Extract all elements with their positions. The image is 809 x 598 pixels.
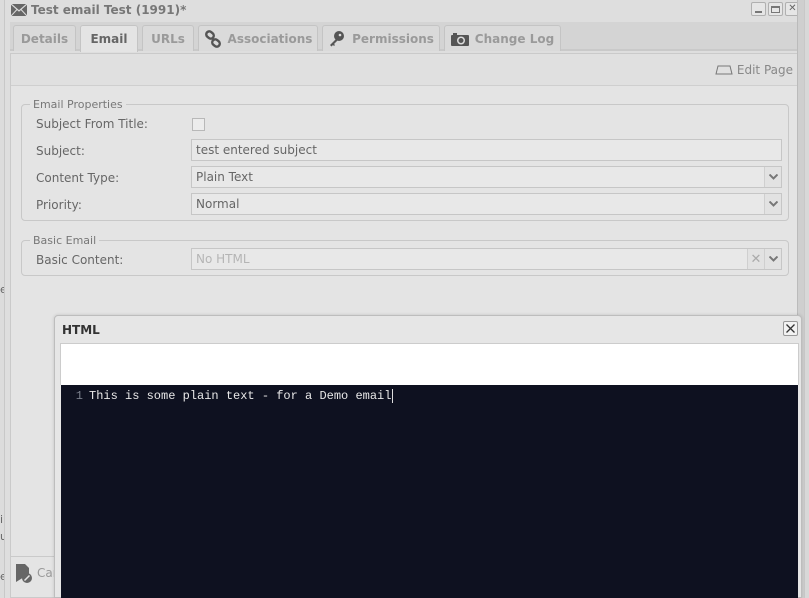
code-editor[interactable]: 1 This is some plain text - for a Demo e…	[61, 385, 798, 598]
subject-value: test entered subject	[196, 143, 317, 157]
chevron-down-icon	[768, 256, 778, 262]
clear-button[interactable]: ✕	[747, 249, 764, 269]
content-type-dropdown-button[interactable]	[764, 167, 781, 187]
edit-page-button[interactable]: Edit Page	[715, 63, 793, 77]
tab-label: Email	[90, 32, 128, 46]
window-title: Test email Test (1991)*	[31, 3, 187, 17]
html-dialog: HTML 1 This is some plain text - for a D…	[54, 315, 802, 598]
clear-icon: ✕	[750, 251, 762, 267]
close-icon	[786, 324, 795, 333]
basic-email-legend: Basic Email	[33, 234, 97, 247]
subject-from-title-row: Subject From Title:	[36, 114, 192, 134]
chevron-down-icon	[768, 201, 778, 207]
email-properties-legend: Email Properties	[33, 98, 123, 111]
subject-row: Subject:	[36, 141, 192, 161]
tab-permissions[interactable]: Permissions	[322, 25, 440, 51]
cancel-button[interactable]: Car	[15, 563, 58, 583]
edit-page-icon	[715, 65, 733, 75]
camera-icon	[450, 32, 469, 46]
basic-content-placeholder: No HTML	[196, 252, 250, 266]
html-editor-toolbar	[60, 343, 799, 385]
minimize-icon	[755, 10, 762, 13]
basic-content-select[interactable]: No HTML ✕	[191, 248, 782, 270]
priority-dropdown-button[interactable]	[764, 194, 781, 214]
tab-email[interactable]: Email	[80, 25, 138, 52]
subject-from-title-label: Subject From Title:	[36, 117, 148, 131]
window-titlebar[interactable]: Test email Test (1991)* ✕	[5, 0, 804, 20]
basic-content-label: Basic Content:	[36, 253, 124, 267]
tab-label: Details	[20, 31, 69, 46]
tab-urls[interactable]: URLs	[142, 25, 194, 51]
content-type-row: Content Type:	[36, 168, 192, 188]
tab-bar: Details Email URLs Associations Permissi…	[10, 22, 800, 52]
line-number: 1	[75, 389, 83, 403]
priority-select[interactable]: Normal	[191, 193, 782, 215]
chevron-down-icon	[768, 174, 778, 180]
key-icon	[328, 30, 346, 48]
envelope-icon	[10, 3, 28, 17]
html-dialog-close-button[interactable]	[783, 321, 798, 336]
edit-page-label: Edit Page	[736, 63, 793, 77]
background-text-fragment: i	[0, 513, 4, 526]
cancel-document-icon	[16, 564, 32, 583]
basic-content-row: Basic Content:	[36, 250, 192, 270]
tab-change-log[interactable]: Change Log	[444, 25, 561, 51]
content-type-value: Plain Text	[196, 170, 253, 184]
tab-label: Permissions	[352, 31, 434, 46]
panel-toolbar: Edit Page	[11, 54, 799, 86]
line-text: This is some plain text - for a Demo ema…	[89, 389, 392, 403]
subject-input[interactable]: test entered subject	[191, 139, 782, 161]
footer-divider	[10, 556, 60, 557]
code-line: 1 This is some plain text - for a Demo e…	[61, 388, 394, 404]
tab-label: Change Log	[474, 31, 555, 46]
html-dialog-title: HTML	[62, 323, 100, 337]
tab-label: URLs	[151, 31, 185, 46]
minimize-button[interactable]	[751, 2, 766, 16]
subject-label: Subject:	[36, 144, 85, 158]
content-type-select[interactable]: Plain Text	[191, 166, 782, 188]
tab-label: Associations	[227, 31, 313, 46]
text-caret	[392, 389, 394, 403]
priority-row: Priority:	[36, 195, 192, 215]
content-type-label: Content Type:	[36, 171, 120, 185]
basic-content-dropdown-button[interactable]	[764, 249, 781, 269]
link-icon	[204, 29, 222, 48]
tab-details[interactable]: Details	[13, 25, 76, 51]
subject-from-title-checkbox[interactable]	[192, 118, 205, 131]
close-icon: ✕	[788, 3, 797, 14]
priority-value: Normal	[196, 197, 240, 211]
priority-label: Priority:	[36, 198, 82, 212]
maximize-button[interactable]	[768, 2, 783, 16]
maximize-icon	[771, 5, 780, 13]
tab-associations[interactable]: Associations	[198, 25, 318, 51]
